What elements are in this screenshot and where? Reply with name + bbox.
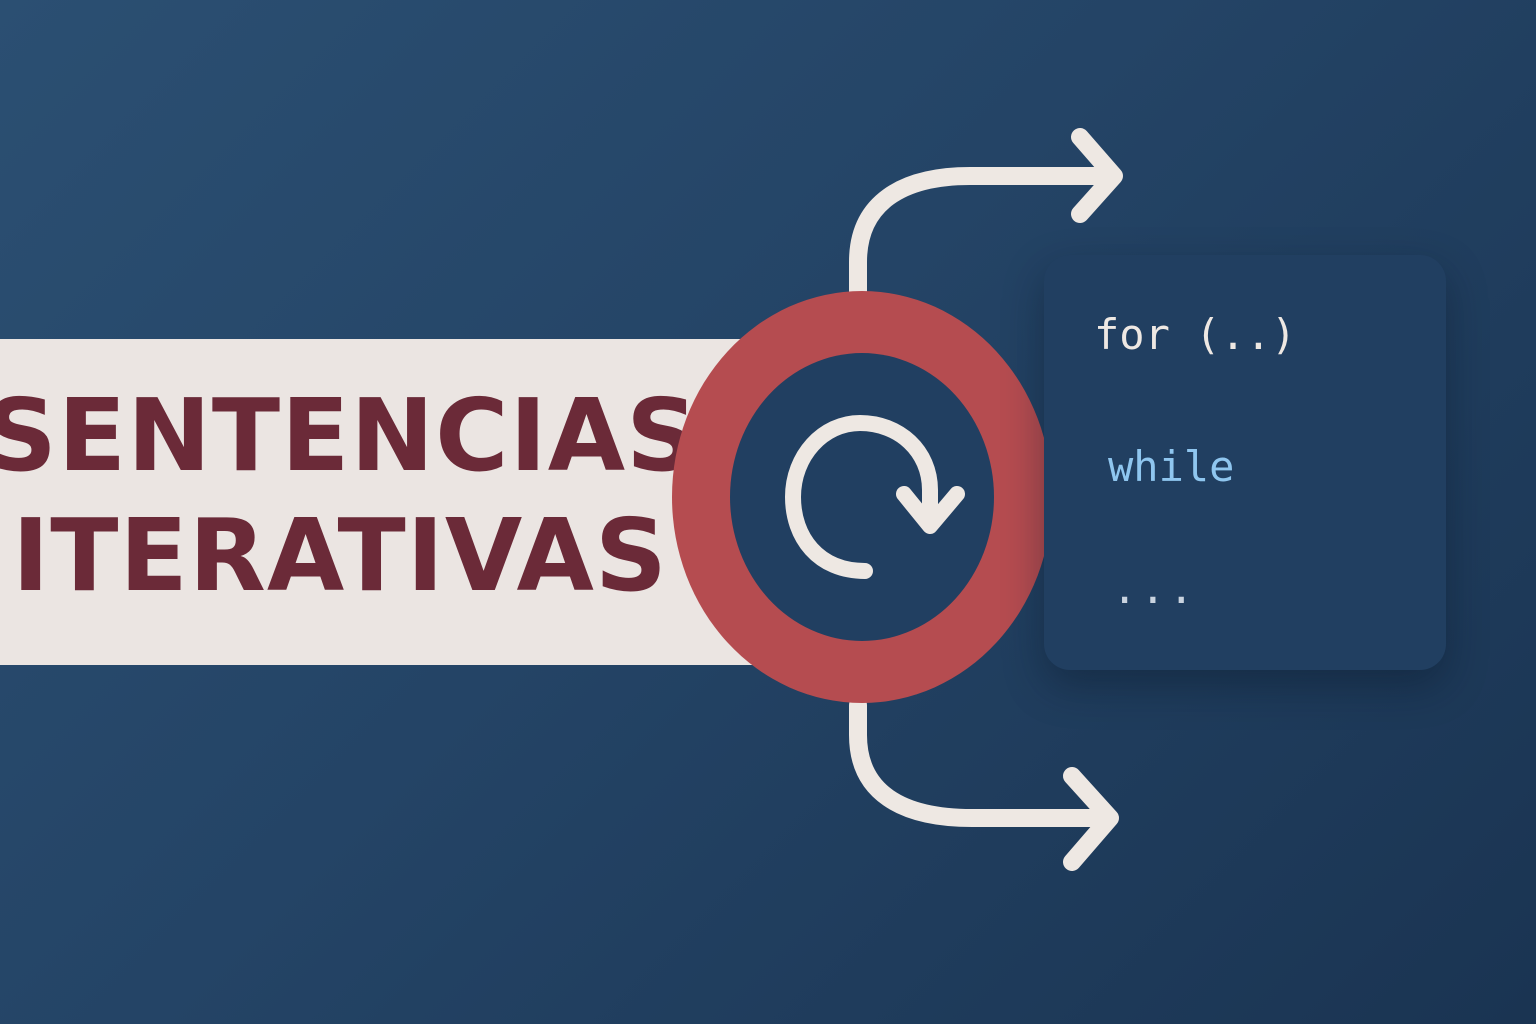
code-line-while: while [1108,442,1235,491]
lower-arrow-icon [849,696,1119,871]
loop-ring [672,291,1052,703]
code-card: for (..) while ... [1044,255,1446,670]
code-line-for: for (..) [1094,310,1297,359]
slide-canvas: SENTENCIAS ITERATIVAS for (..) while ... [0,0,1536,1024]
code-line-ellipsis: ... [1112,564,1197,613]
